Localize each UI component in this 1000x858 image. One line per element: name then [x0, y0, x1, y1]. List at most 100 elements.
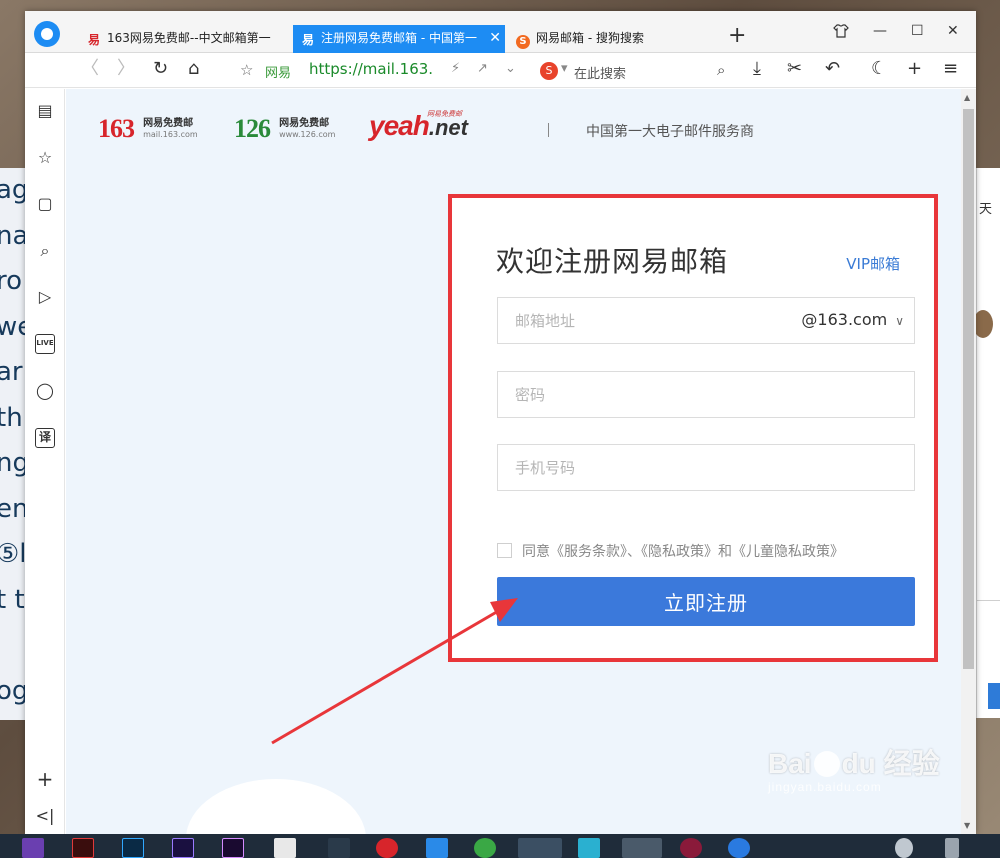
email-field[interactable]: @163.com ∨	[497, 297, 915, 344]
tab-label: 163网易免费邮--中文邮箱第一	[107, 31, 271, 45]
news-icon[interactable]: ▤	[35, 101, 55, 121]
registration-form: 欢迎注册网易邮箱 VIP邮箱 @163.com ∨ 同意《服务条款》、《隐私政策》…	[448, 194, 938, 662]
brand-name: 网易免费邮	[427, 110, 462, 118]
chrome-app-icon[interactable]	[622, 838, 662, 858]
page-title: 欢迎注册网易邮箱	[496, 245, 729, 278]
tray-icon[interactable]	[945, 838, 959, 858]
right-window-button[interactable]	[988, 683, 1000, 709]
password-input[interactable]	[498, 372, 914, 417]
search-icon[interactable]: ⌕	[35, 241, 55, 261]
reload-button[interactable]: ↻	[153, 59, 168, 79]
tab-163-mail[interactable]: 易 163网易免费邮--中文邮箱第一	[83, 25, 278, 53]
maximize-button[interactable]: ☐	[911, 23, 924, 39]
page-content: 163 网易免费邮 mail.163.com 126 网易免费邮 www.126…	[66, 89, 961, 834]
email-domain-value: @163.com	[801, 310, 888, 329]
netease-icon: 易	[87, 33, 100, 47]
pen-app-icon[interactable]	[328, 838, 350, 858]
minimize-button[interactable]: —	[873, 23, 887, 39]
chat-icon[interactable]: ◯	[35, 381, 55, 401]
notepad-app-icon[interactable]	[274, 838, 296, 858]
menu-icon[interactable]: ≡	[943, 59, 958, 79]
divider	[977, 600, 1000, 601]
tab-sogou-search[interactable]: S 网易邮箱 - 搜狗搜索	[512, 25, 712, 53]
translate-icon[interactable]: 译	[35, 428, 55, 448]
home-button[interactable]: ⌂	[188, 59, 199, 79]
background-text-line: ⑤l	[0, 539, 26, 569]
scrollbar-thumb[interactable]	[963, 109, 974, 669]
email-domain-select[interactable]: @163.com ∨	[801, 310, 904, 329]
background-text-line: fav	[0, 714, 26, 720]
scroll-down-icon[interactable]: ▼	[964, 821, 970, 830]
new-tab-button[interactable]: +	[728, 25, 746, 47]
background-right-window: 天	[973, 168, 1000, 718]
night-mode-icon[interactable]: ☾	[871, 59, 887, 79]
slogan: 中国第一大电子邮件服务商	[586, 124, 754, 140]
tab-register-active[interactable]: 易注册网易免费邮箱 - 中国第一 ✕	[293, 25, 505, 53]
browser-window: 易 163网易免费邮--中文邮箱第一 易注册网易免费邮箱 - 中国第一 ✕ S 网易…	[25, 11, 976, 834]
after-effects-app-icon[interactable]	[172, 838, 194, 858]
tab-bar: 易 163网易免费邮--中文邮箱第一 易注册网易免费邮箱 - 中国第一 ✕ S 网易…	[25, 11, 976, 53]
close-tab-icon[interactable]: ✕	[489, 25, 501, 51]
scroll-up-icon[interactable]: ▲	[964, 93, 970, 102]
brand-yeah[interactable]: 网易免费邮 yeah.net	[369, 109, 468, 145]
wechat-app-icon[interactable]	[474, 838, 496, 858]
tab-label: 注册网易免费邮箱 - 中国第一	[321, 31, 477, 45]
bookmark-star-icon[interactable]: ☆	[240, 61, 253, 79]
background-text-line	[0, 623, 26, 669]
music-app-icon[interactable]	[680, 838, 702, 858]
live-icon[interactable]: LIVE	[35, 334, 55, 354]
back-button[interactable]: 〈	[81, 59, 99, 79]
network-tray-icon[interactable]	[895, 838, 913, 858]
search-icon[interactable]: ⌕	[717, 61, 725, 79]
brand-126[interactable]: 126 网易免费邮 www.126.com	[234, 115, 335, 143]
photoshop-app-icon[interactable]	[122, 838, 144, 858]
email-input[interactable]	[498, 298, 778, 343]
download-icon[interactable]: ⤓	[753, 59, 761, 79]
lightning-icon[interactable]: ⚡	[451, 61, 460, 76]
reader-icon[interactable]: ▢	[35, 194, 55, 214]
messenger-app-icon[interactable]	[728, 838, 750, 858]
undo-icon[interactable]: ↶	[825, 59, 840, 79]
close-window-button[interactable]: ✕	[947, 23, 959, 39]
phone-field[interactable]	[497, 444, 915, 491]
store-app-icon[interactable]	[426, 838, 448, 858]
search-input[interactable]: 在此搜索	[574, 63, 626, 82]
flash-app-icon[interactable]	[72, 838, 94, 858]
video-icon[interactable]: ▷	[35, 287, 55, 307]
brand-163[interactable]: 163 网易免费邮 mail.163.com	[98, 115, 198, 143]
agreement-text[interactable]: 同意《服务条款》、《隐私政策》和《儿童隐私政策》	[522, 544, 844, 560]
background-text-line: t t	[0, 584, 25, 615]
add-icon[interactable]: +	[907, 59, 922, 79]
vip-mail-link[interactable]: VIP邮箱	[846, 253, 900, 274]
site-name: 网易	[265, 66, 292, 81]
url-field[interactable]: https://mail.163.com	[309, 60, 433, 78]
collapse-sidebar-button[interactable]: <|	[35, 806, 55, 826]
background-text-line: ag	[0, 175, 26, 205]
add-panel-button[interactable]: +	[35, 769, 55, 789]
chevron-down-icon[interactable]: ⌄	[505, 61, 516, 76]
background-document-strip: ag na ro we ar th ng en ⑤l t t og fav	[0, 168, 26, 720]
dropdown-icon[interactable]: ▾	[561, 61, 568, 76]
background-text-line: na	[0, 220, 26, 251]
agreement-row: 同意《服务条款》、《隐私政策》和《儿童隐私政策》	[497, 541, 844, 561]
netease-app-icon[interactable]	[376, 838, 398, 858]
agreement-checkbox[interactable]	[497, 543, 512, 558]
background-text-line: og	[0, 675, 26, 706]
phone-input[interactable]	[498, 445, 914, 490]
tab-label: 网易邮箱 - 搜狗搜索	[536, 31, 644, 45]
forward-button[interactable]: 〉	[117, 59, 135, 79]
premiere-app-icon[interactable]	[222, 838, 244, 858]
sogou-search-icon[interactable]: S	[540, 62, 558, 80]
cloud-app-icon[interactable]	[578, 838, 600, 858]
browser-logo-icon[interactable]	[34, 21, 60, 47]
register-button[interactable]: 立即注册	[497, 577, 915, 626]
skin-icon[interactable]	[833, 23, 849, 43]
browser-app-icon[interactable]	[518, 838, 562, 858]
favorites-icon[interactable]: ☆	[35, 148, 55, 168]
share-icon[interactable]: ↗	[477, 61, 488, 76]
vertical-scrollbar[interactable]: ▲ ▼	[961, 89, 976, 834]
vs-app-icon[interactable]	[22, 838, 44, 858]
password-field[interactable]	[497, 371, 915, 418]
scissors-icon[interactable]: ✂	[787, 59, 802, 79]
netease-icon: 易	[301, 33, 314, 47]
